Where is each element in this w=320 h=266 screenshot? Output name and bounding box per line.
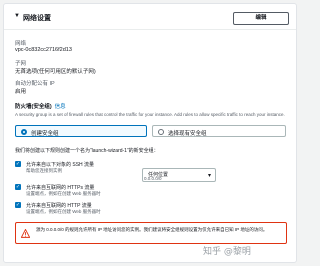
section-header: ▼ 网络设置 编辑 [4, 4, 296, 30]
subnet-label: 子网 [15, 61, 27, 67]
source-select-cidr: 0.0.0.0/0 [144, 176, 162, 181]
chevron-down-icon: ▾ [207, 173, 211, 179]
network-label: 网络 [15, 41, 27, 47]
ssh-rule-title: 允许来自以下对象的 SSH 流量 [26, 162, 95, 168]
https-checkbox-icon[interactable]: ✓ [15, 184, 21, 190]
section-title: 网络设置 [23, 15, 51, 22]
existing-security-group-label: 选择现有安全组 [168, 131, 207, 137]
http-rule-help: 设置端点，例如在创建 Web 服务器时 [26, 209, 101, 214]
radio-selected-icon[interactable] [21, 129, 27, 135]
network-value: vpc-0c832cc2716f2d13 [15, 47, 72, 53]
firewall-label-text: 防火墙(安全组) [15, 104, 52, 110]
network-settings-panel: ▼ 网络设置 编辑 网络 vpc-0c832cc2716f2d13 子网 无首选… [3, 3, 297, 263]
firewall-description: A security group is a set of firewall ru… [15, 112, 285, 117]
ssh-checkbox-icon[interactable]: ✓ [15, 161, 21, 167]
public-ip-label: 自动分配公有 IP [15, 81, 55, 87]
ssh-rule-help: 帮助您连接到实例 [26, 168, 62, 173]
radio-unselected-icon[interactable] [158, 129, 164, 135]
subnet-value: 无首选项(任何可用区的默认子网) [15, 69, 96, 75]
firewall-label: 防火墙(安全组) 信息 [15, 102, 66, 110]
http-checkbox-icon[interactable]: ✓ [15, 202, 21, 208]
http-rule-title: 允许来自互联网的 HTTP 流量 [26, 203, 92, 209]
existing-security-group-option[interactable]: 选择现有安全组 [152, 125, 286, 137]
warning-icon [21, 229, 30, 238]
https-rule-title: 允许来自互联网的 HTTPs 流量 [26, 185, 95, 191]
https-rule-help: 设置端点，例如在创建 Web 服务器时 [26, 191, 101, 196]
edit-button[interactable]: 编辑 [233, 12, 289, 25]
open-access-warning: 源为 0.0.0.0/0 的规则允许所有 IP 地址访问您的实例。我们建议将安全… [15, 222, 287, 244]
warning-text: 源为 0.0.0.0/0 的规则允许所有 IP 地址访问您的实例。我们建议将安全… [36, 227, 268, 232]
public-ip-value: 启用 [15, 89, 27, 95]
collapse-caret-icon[interactable]: ▼ [14, 13, 20, 19]
create-security-group-option[interactable]: 创建安全组 [15, 125, 147, 137]
create-security-group-label: 创建安全组 [31, 131, 59, 137]
watermark: 知乎 @黎明 [203, 247, 251, 257]
create-rules-text: 我们将创建以下规则创建一个名为“launch-wizard-1”的新安全组： [15, 148, 159, 154]
info-link[interactable]: 信息 [55, 104, 66, 110]
